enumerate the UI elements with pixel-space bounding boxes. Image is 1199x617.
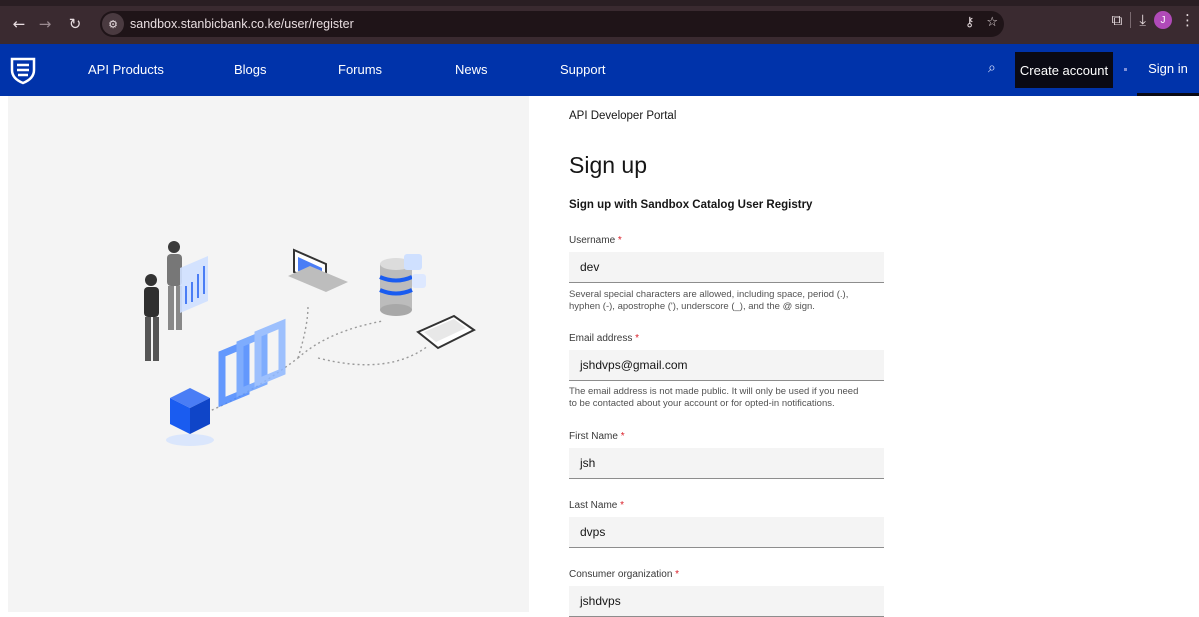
- password-key-icon[interactable]: ⚷: [965, 15, 975, 30]
- required-mark: *: [620, 500, 625, 511]
- url-text: sandbox.stanbicbank.co.ke/user/register: [130, 17, 354, 31]
- required-mark: *: [620, 431, 625, 442]
- address-bar[interactable]: ⚙ sandbox.stanbicbank.co.ke/user/registe…: [100, 11, 1004, 37]
- required-mark: *: [675, 569, 680, 580]
- nav-separator: [1124, 68, 1127, 71]
- database-icon: [379, 254, 426, 316]
- laptop-icon: [288, 248, 348, 292]
- person-icon: [144, 274, 159, 361]
- consumer-org-value: jshdvps: [580, 594, 621, 608]
- profile-avatar[interactable]: J: [1154, 11, 1172, 29]
- browser-chrome: ← → ↻ ⚙ sandbox.stanbicbank.co.ke/user/r…: [0, 0, 1199, 44]
- sign-in-link[interactable]: Sign in: [1137, 44, 1199, 96]
- create-account-button[interactable]: Create account: [1015, 52, 1113, 88]
- required-mark: *: [635, 333, 640, 344]
- last-name-field[interactable]: dvps: [569, 517, 884, 548]
- page-title: Sign up: [569, 152, 648, 178]
- extensions-icon[interactable]: ⧉: [1112, 11, 1123, 29]
- last-name-label-text: Last Name: [569, 500, 618, 511]
- nav-forums[interactable]: Forums: [338, 62, 382, 77]
- registry-subtitle: Sign up with Sandbox Catalog User Regist…: [569, 199, 813, 211]
- email-field[interactable]: jshdvps@gmail.com: [569, 350, 884, 381]
- nav-news[interactable]: News: [455, 62, 488, 77]
- hero-illustration: [8, 96, 529, 612]
- consumer-org-label: Consumer organization *: [569, 569, 679, 580]
- first-name-label-text: First Name: [569, 431, 618, 442]
- first-name-label: First Name *: [569, 431, 625, 442]
- phone-icon: [416, 314, 476, 350]
- email-help-line: The email address is not made public. It…: [569, 386, 859, 397]
- username-value: dev: [580, 260, 600, 274]
- toolbar-divider: [1130, 12, 1132, 28]
- back-icon[interactable]: ←: [6, 11, 32, 37]
- signup-panel: API Developer Portal Sign up Sign up wit…: [531, 96, 1199, 617]
- bookmark-star-icon[interactable]: ☆: [986, 15, 998, 30]
- username-help-line: Several special characters are allowed, …: [569, 289, 849, 300]
- nav-api-products[interactable]: API Products: [88, 62, 164, 77]
- email-help: The email address is not made public. It…: [569, 386, 899, 409]
- site-info-icon[interactable]: ⚙: [102, 13, 124, 35]
- search-icon[interactable]: ⌕: [988, 60, 996, 76]
- last-name-value: dvps: [580, 525, 606, 539]
- api-frames-icon: [218, 318, 286, 408]
- person-icon: [167, 241, 182, 330]
- email-help-line: to be contacted about your account or fo…: [569, 397, 835, 409]
- cube-icon: [166, 388, 214, 446]
- dashboard-screen-icon: [180, 256, 208, 313]
- email-label-text: Email address: [569, 333, 633, 344]
- download-icon[interactable]: ⤓: [1139, 11, 1146, 29]
- required-mark: *: [617, 235, 622, 246]
- username-help: Several special characters are allowed, …: [569, 289, 899, 312]
- first-name-value: jsh: [580, 456, 596, 470]
- nav-support[interactable]: Support: [560, 62, 606, 77]
- reload-icon[interactable]: ↻: [62, 11, 88, 37]
- email-label: Email address *: [569, 333, 639, 344]
- username-input[interactable]: dev: [569, 252, 884, 283]
- tab-strip: [0, 0, 1199, 6]
- forward-icon[interactable]: →: [32, 11, 58, 37]
- last-name-label: Last Name *: [569, 500, 624, 511]
- site-navigation: API Products Blogs Forums News Support ⌕…: [0, 44, 1199, 96]
- nav-blogs[interactable]: Blogs: [234, 62, 267, 77]
- stanbic-logo-icon[interactable]: [8, 55, 38, 85]
- menu-icon[interactable]: ⋮: [1180, 11, 1195, 29]
- consumer-org-field[interactable]: jshdvps: [569, 586, 884, 617]
- username-label-text: Username: [569, 235, 616, 246]
- portal-name: API Developer Portal: [569, 110, 677, 122]
- consumer-org-label-text: Consumer organization: [569, 569, 673, 580]
- username-help-line: hyphen (-), apostrophe ('), underscore (…: [569, 300, 815, 312]
- email-value: jshdvps@gmail.com: [580, 358, 688, 372]
- username-label: Username *: [569, 235, 622, 246]
- first-name-field[interactable]: jsh: [569, 448, 884, 479]
- browser-toolbar: ← → ↻ ⚙ sandbox.stanbicbank.co.ke/user/r…: [0, 10, 1199, 38]
